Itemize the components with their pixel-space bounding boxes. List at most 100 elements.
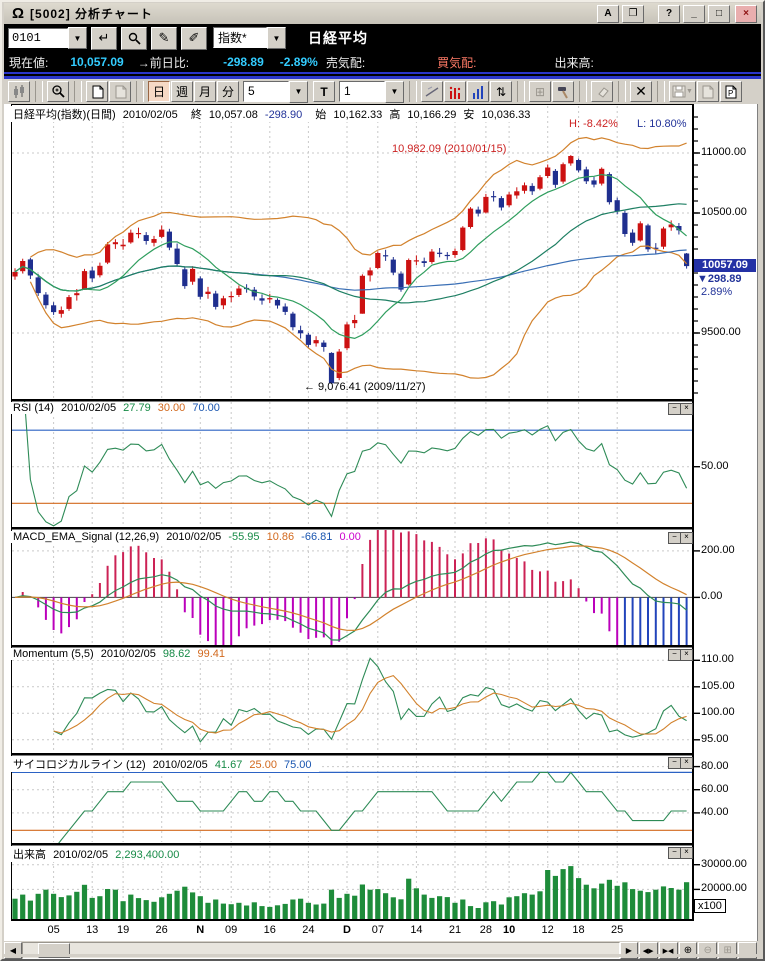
change-label: →前日比: [138,54,189,71]
x-axis-label: 28 [475,924,497,936]
page-p-icon: P [724,85,737,99]
draw-clear-button[interactable]: ✐ [181,27,207,50]
period-minute-button[interactable]: 分 [217,81,239,102]
low-pct-label: L: 10.80% [637,118,687,130]
chart-canvas[interactable] [4,104,765,941]
page-icon [91,85,104,99]
search-button[interactable] [121,27,147,50]
open-label: 始 [315,109,326,121]
rsi-value: 27.79 [123,402,151,414]
chevron-down-icon[interactable]: ▼ [385,81,404,103]
momentum-title: Momentum (5,5) [13,648,94,660]
page-icon-disabled [114,85,127,99]
font-button[interactable]: A [597,5,619,23]
index-type-value: 指数* [213,27,267,48]
y-axis-label: 100.00 [701,706,735,718]
candlestick-mode-button[interactable] [8,81,30,102]
volume-panel-header: 出来高 2010/02/05 2,293,400.00 [10,846,186,862]
chevron-down-icon[interactable]: ▼ [267,27,286,49]
zoom-button[interactable] [47,81,69,102]
price-date: 2010/02/05 [123,109,178,121]
macd-date: 2010/02/05 [166,531,221,543]
chart-toolbar: 日 週 月 分 5 ▼ T 1 ▼ ⇅ ⊞ ✕ [4,79,761,105]
eraser-button[interactable] [591,81,613,102]
current-price-value: 10,057.09 [70,55,123,69]
momentum-date: 2010/02/05 [101,648,156,660]
copy-window-button[interactable]: ❐ [622,5,644,23]
copy-icon: ❐ [629,8,638,19]
panel-close-button[interactable]: × [680,847,693,859]
delete-button[interactable]: ✕ [630,81,652,102]
updown-button[interactable]: ⇅ [490,81,512,102]
enter-button[interactable]: ↵ [91,27,117,50]
quote-bar: 現在値: 10,057.09 →前日比: -298.89 -2.89% 売気配:… [4,52,761,72]
x-axis-label: 16 [259,924,281,936]
page-template-button[interactable] [697,81,719,102]
trendline-icon [425,85,440,98]
y-axis-label: 110.00 [701,653,734,665]
page-copy-button[interactable] [109,81,131,102]
panel-close-button[interactable]: × [680,532,693,544]
psych-title: サイコロジカルライン (12) [13,759,146,771]
index-type-combo[interactable]: 指数* ▼ [213,27,286,49]
symbol-name: 日経平均 [308,28,368,48]
pen-icon: ✐ [189,30,200,46]
help-button[interactable]: ? [658,5,680,23]
edit-button[interactable]: ✎ [151,27,177,50]
period-daily-button[interactable]: 日 [148,81,170,102]
y-axis-label: 105.00 [701,680,735,692]
volume-unit-label: x100 [694,899,726,913]
x-axis-label: 19 [112,924,134,936]
magnifier-plus-icon [51,85,65,99]
page-icon-disabled [701,85,714,99]
panel-close-button[interactable]: × [680,757,693,769]
window-frame-right [757,104,765,941]
save-button[interactable]: ▼ [669,81,696,102]
status-strip [4,954,761,957]
svg-text:P: P [728,89,733,98]
grid-button[interactable]: ⊞ [529,81,551,102]
volume-value: 2,293,400.00 [115,849,179,861]
panel-close-button[interactable]: × [680,649,693,661]
x-axis-label: 25 [606,924,628,936]
high-label: 高 [389,109,400,121]
layout-value: 1 [339,81,385,102]
ask-label: 売気配: [326,54,365,71]
price-panel-header: 日経平均(指数)(日間) 2010/02/05 終 10,057.08 -298… [10,106,537,122]
layout-select[interactable]: 1 ▼ [339,81,404,103]
close-button[interactable]: × [735,5,757,23]
x-axis-label: N [189,924,211,936]
y-axis-label: 95.00 [701,733,729,745]
change-pct-value: -2.89% [280,55,318,69]
y-axis-label: 30000.00 [701,858,747,870]
y-axis-label: 50.00 [701,460,729,472]
print-page-button[interactable]: P [720,81,742,102]
volume-date: 2010/02/05 [53,849,108,861]
y-axis-label: 0.00 [701,590,722,602]
title-bar[interactable]: Ω [5002] 分析チャート A ❐ ? _ □ × [4,3,761,24]
minimize-button[interactable]: _ [683,5,705,23]
trendline-button[interactable] [421,81,443,102]
chevron-down-icon[interactable]: ▼ [289,81,308,103]
annotation-low: ← 9,076.41 (2009/11/27) [304,381,426,393]
macd-osc-value: 10.86 [267,531,295,543]
tool-button[interactable] [552,81,574,102]
rsi-date: 2010/02/05 [61,402,116,414]
panel-close-button[interactable]: × [680,403,693,415]
text-tool-button[interactable]: T [313,81,335,102]
volume-label: 出来高: [555,54,594,71]
period-monthly-button[interactable]: 月 [194,81,216,102]
indicator-red-button[interactable] [444,81,466,102]
symbol-dropdown-button[interactable]: ▼ [68,27,87,49]
bid-label: 買気配: [437,54,476,71]
maximize-button[interactable]: □ [708,5,730,23]
search-icon [128,32,141,45]
bars-count-select[interactable]: 5 ▼ [243,81,308,103]
new-page-button[interactable] [86,81,108,102]
candlestick-icon [12,85,26,99]
period-weekly-button[interactable]: 週 [171,81,193,102]
indicator-blue-button[interactable] [467,81,489,102]
open-value: 10,162.33 [333,109,382,121]
y-axis-label: 80.00 [701,760,729,772]
symbol-code-input[interactable] [8,28,68,48]
